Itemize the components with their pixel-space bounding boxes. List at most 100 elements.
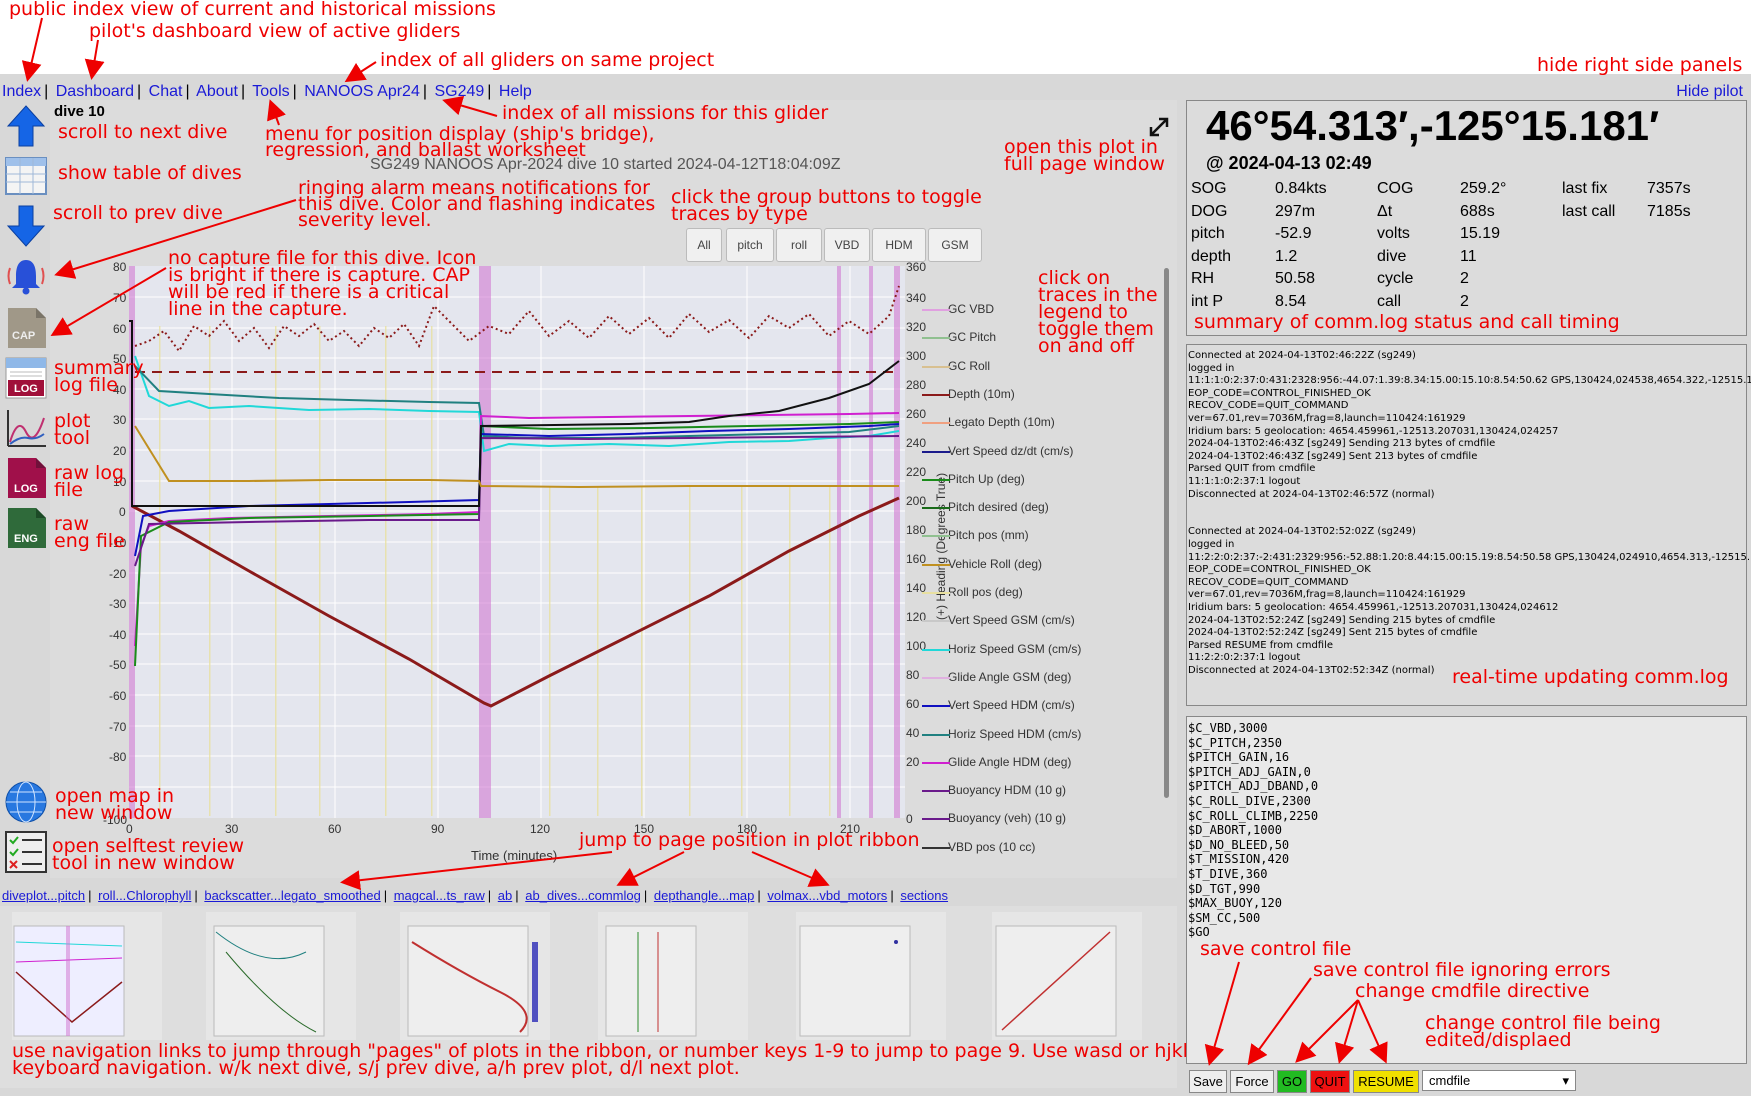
control-file-select[interactable]: cmdfile ▾: [1422, 1070, 1576, 1091]
capture-file-icon[interactable]: CAP: [4, 306, 48, 350]
table-icon[interactable]: [4, 154, 48, 198]
nav-separator: |: [487, 83, 492, 100]
legend-item[interactable]: Vert Speed GSM (cm/s): [922, 613, 1075, 627]
nav-about-link[interactable]: About: [196, 83, 238, 100]
comm-log-line: Connected at 2024-04-13T02:46:22Z (sg249…: [1188, 350, 1416, 361]
globe-icon[interactable]: [4, 780, 48, 824]
ribbon-thumbnail-depthangle[interactable]: [992, 912, 1142, 1040]
raw-eng-icon[interactable]: ENG: [4, 506, 48, 550]
ribbon-link-page4[interactable]: magcal...ts_raw: [394, 888, 485, 903]
legend-item[interactable]: Buoyancy HDM (10 g): [922, 783, 1066, 797]
summary-log-icon[interactable]: LOG: [4, 356, 48, 400]
group-button-roll[interactable]: roll: [776, 228, 822, 262]
legend-item[interactable]: Glide Angle HDM (deg): [922, 755, 1071, 769]
legend-item[interactable]: Vert Speed HDM (cm/s): [922, 698, 1075, 712]
control-file-line[interactable]: $PITCH_ADJ_DBAND,0: [1188, 779, 1318, 794]
plot-tool-icon[interactable]: [4, 406, 48, 450]
nav-separator: |: [422, 83, 428, 100]
legend-item[interactable]: Vert Speed dz/dt (cm/s): [922, 444, 1073, 458]
group-button-hdm[interactable]: HDM: [872, 228, 926, 262]
legend-item[interactable]: VBD pos (10 cc): [922, 840, 1035, 854]
selftest-checklist-icon[interactable]: [4, 830, 48, 874]
legend-swatch: [922, 450, 950, 453]
control-file-line[interactable]: $C_PITCH,2350: [1188, 736, 1282, 751]
legend-item[interactable]: Vehicle Roll (deg): [922, 557, 1042, 571]
legend-swatch: [922, 592, 950, 594]
y2-tick: 60: [906, 697, 920, 711]
expand-icon[interactable]: [1148, 116, 1170, 138]
control-file-line[interactable]: $PITCH_ADJ_GAIN,0: [1188, 765, 1311, 780]
nav-help-link[interactable]: Help: [499, 83, 532, 100]
group-button-gsm[interactable]: GSM: [928, 228, 982, 262]
control-file-line[interactable]: $T_DIVE,360: [1188, 867, 1267, 882]
control-file-line[interactable]: $C_VBD,3000: [1188, 721, 1267, 736]
ribbon-thumbnail-magcal[interactable]: [598, 912, 748, 1040]
top-nav: Index | Dashboard | Chat | About | Tools | NA…: [2, 83, 532, 101]
ribbon-thumbnail-diveplot[interactable]: [12, 912, 162, 1040]
arrow-up-icon[interactable]: [4, 104, 48, 148]
ribbon-link-page5[interactable]: ab: [498, 888, 512, 903]
legend-item[interactable]: Pitch desired (deg): [922, 500, 1049, 514]
legend-item[interactable]: Legato Depth (10m): [922, 415, 1055, 429]
legend-item[interactable]: Glide Angle GSM (deg): [922, 670, 1071, 684]
resume-button[interactable]: RESUME: [1353, 1070, 1419, 1093]
ribbon-link-page2[interactable]: roll...Chlorophyll: [98, 888, 191, 903]
nav-project-link[interactable]: NANOOS Apr24: [304, 83, 420, 100]
ribbon-thumbnail-ab[interactable]: [796, 912, 946, 1040]
y2-tick: 0: [906, 812, 913, 826]
legend-item[interactable]: Horiz Speed GSM (cm/s): [922, 642, 1081, 656]
control-file-line[interactable]: $C_ROLL_DIVE,2300: [1188, 794, 1311, 809]
quit-button[interactable]: QUIT: [1310, 1070, 1350, 1093]
ribbon-thumbnail-roll[interactable]: [206, 912, 356, 1040]
force-save-button[interactable]: Force: [1230, 1070, 1274, 1093]
arrow-down-icon[interactable]: [4, 204, 48, 248]
legend-item[interactable]: Pitch pos (mm): [922, 528, 1029, 542]
legend-item[interactable]: Buoyancy (veh) (10 g): [922, 811, 1066, 825]
nav-chat-link[interactable]: Chat: [149, 83, 183, 100]
control-file-line[interactable]: $SM_CC,500: [1188, 911, 1260, 926]
legend-item[interactable]: GC VBD: [922, 302, 994, 316]
ribbon-separator: |: [383, 888, 388, 903]
nav-dashboard-link[interactable]: Dashboard: [56, 83, 134, 100]
ribbon-link-page1[interactable]: diveplot...pitch: [2, 888, 85, 903]
control-file-line[interactable]: $D_ABORT,1000: [1188, 823, 1282, 838]
ribbon-link-page3[interactable]: backscatter...legato_smoothed: [204, 888, 380, 903]
save-button[interactable]: Save: [1189, 1070, 1227, 1093]
ribbon-link-page7[interactable]: depthangle...map: [654, 888, 754, 903]
ribbon-thumbnail-backscatter[interactable]: [400, 912, 550, 1040]
legend-item[interactable]: Pitch Up (deg): [922, 472, 1025, 486]
go-button[interactable]: GO: [1277, 1070, 1307, 1093]
annotation-open-full-2: full page window: [1004, 153, 1165, 175]
control-file-line[interactable]: $MAX_BUOY,120: [1188, 896, 1282, 911]
legend-scrollbar[interactable]: [1164, 268, 1169, 798]
group-button-pitch[interactable]: pitch: [726, 228, 774, 262]
ribbon-link-page8[interactable]: volmax...vbd_motors: [767, 888, 887, 903]
comm-log-line: ver=67.01,rev=7036M,frag=8,launch=110424…: [1188, 589, 1466, 601]
legend-item[interactable]: GC Roll: [922, 359, 990, 373]
hide-pilot-link[interactable]: Hide pilot: [1676, 83, 1743, 101]
status-label: call: [1377, 292, 1402, 310]
control-file-line[interactable]: $C_ROLL_CLIMB,2250: [1188, 809, 1318, 824]
annotation-summary-log-2: log file: [54, 374, 118, 396]
control-file-line[interactable]: $T_MISSION,420: [1188, 852, 1289, 867]
raw-log-label: LOG: [14, 483, 38, 495]
group-button-vbd[interactable]: VBD: [824, 228, 870, 262]
legend-item[interactable]: GC Pitch: [922, 330, 996, 344]
nav-index-link[interactable]: Index: [2, 83, 41, 100]
ribbon-link-page6[interactable]: ab_dives...commlog: [525, 888, 641, 903]
control-file-line[interactable]: $D_TGT,990: [1188, 882, 1260, 897]
control-file-line[interactable]: $D_NO_BLEED,50: [1188, 838, 1289, 853]
ribbon-link-page9[interactable]: sections: [900, 888, 948, 903]
legend-item[interactable]: Roll pos (deg): [922, 585, 1023, 599]
group-button-all[interactable]: All: [686, 228, 722, 262]
annotation-public-index: public index view of current and histori…: [9, 0, 496, 20]
capture-file-label: CAP: [12, 330, 36, 342]
nav-tools-link[interactable]: Tools: [252, 83, 289, 100]
alarm-bell-icon[interactable]: [4, 254, 48, 298]
legend-item[interactable]: Horiz Speed HDM (cm/s): [922, 727, 1081, 741]
raw-log-icon[interactable]: LOG: [4, 456, 48, 500]
dive-plot-chart[interactable]: [129, 266, 905, 818]
legend-item[interactable]: Depth (10m): [922, 387, 1015, 401]
nav-glider-link[interactable]: SG249: [434, 83, 484, 100]
control-file-line[interactable]: $PITCH_GAIN,16: [1188, 750, 1289, 765]
